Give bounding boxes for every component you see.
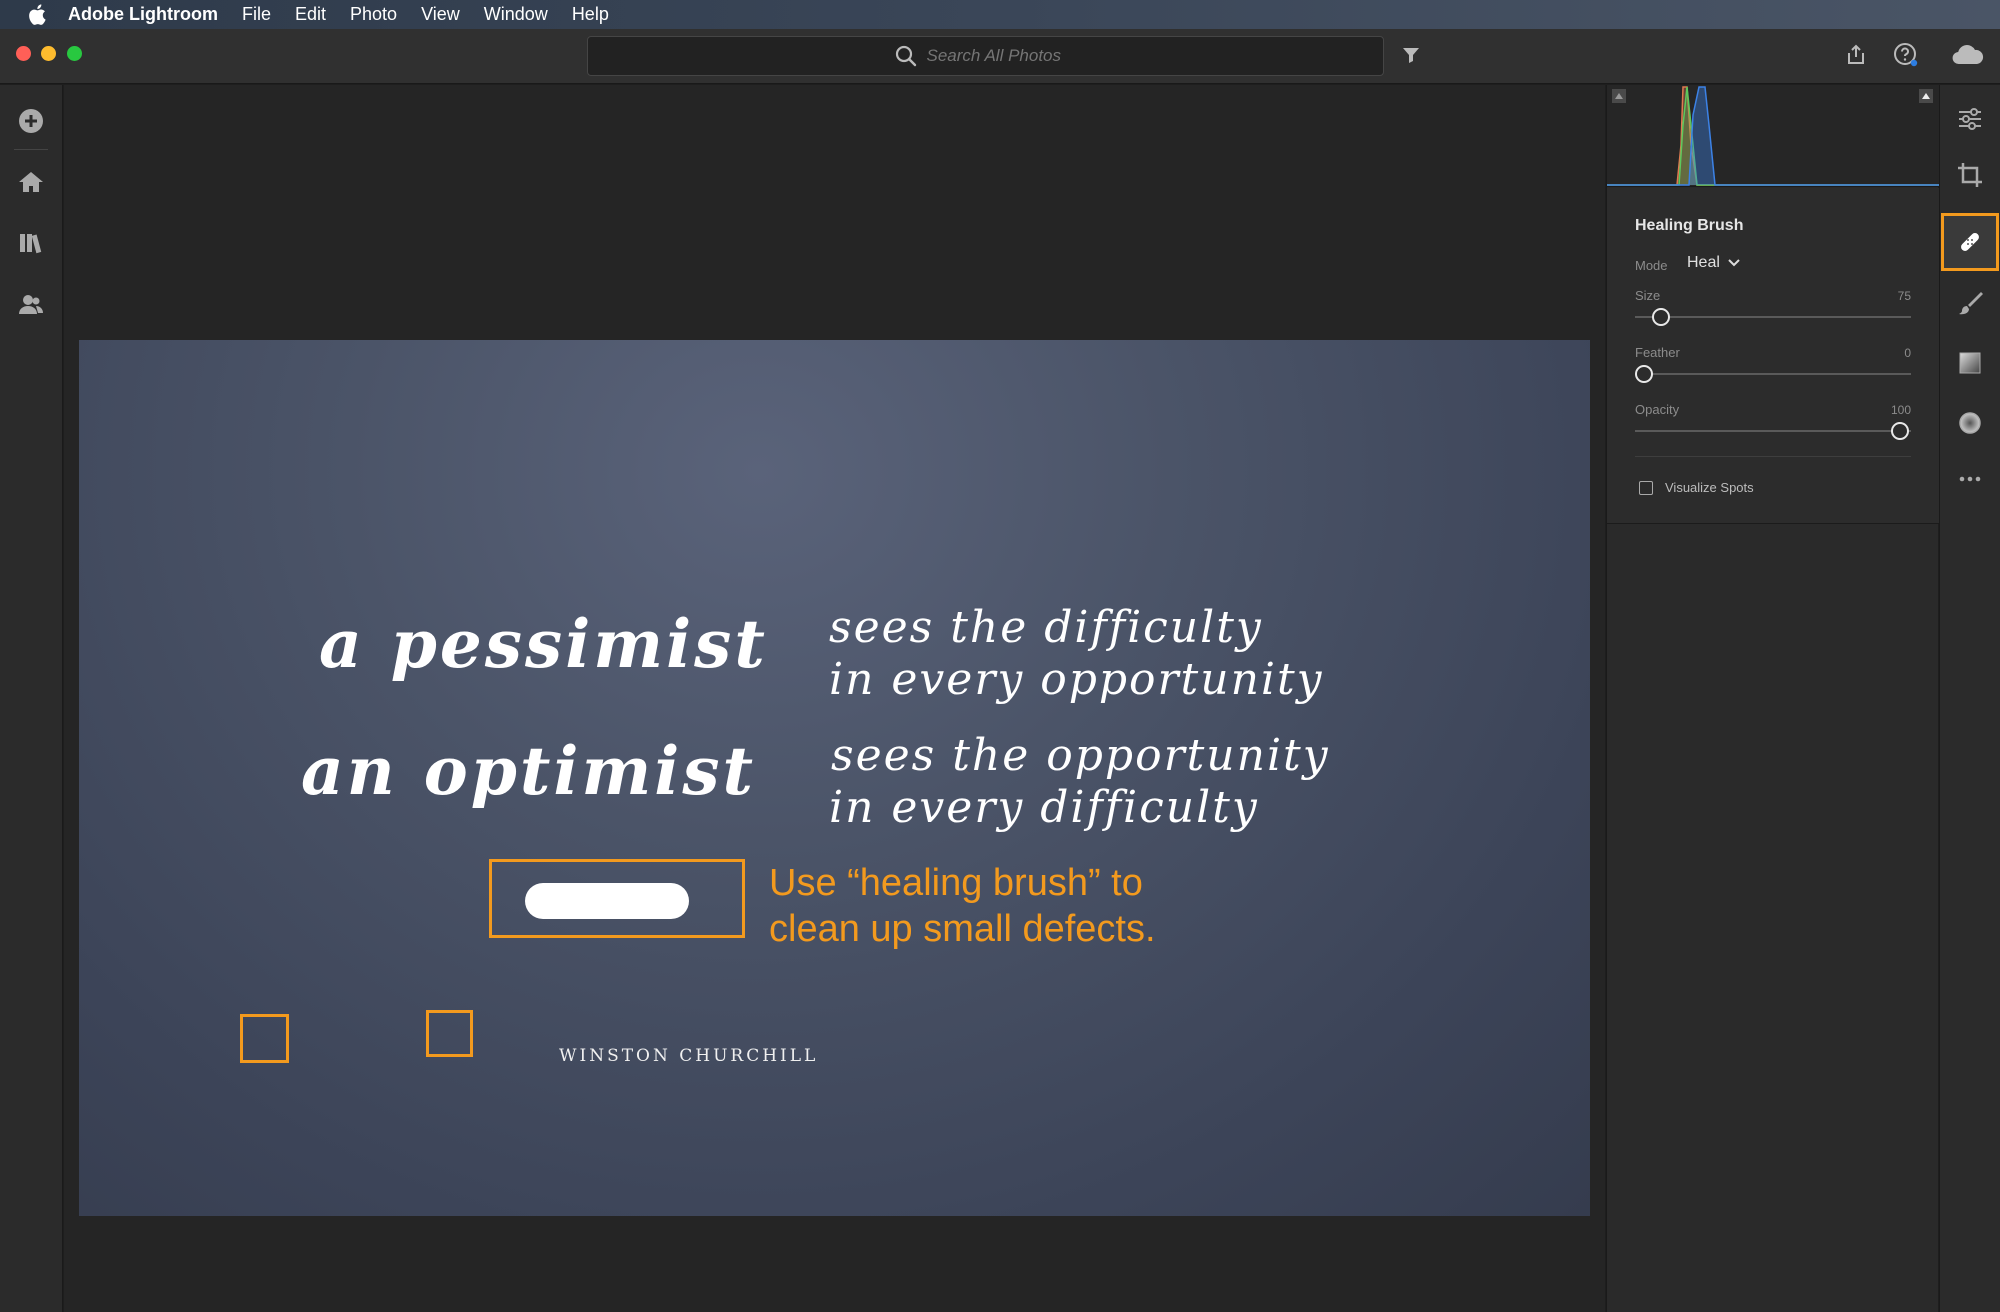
mode-value: Heal bbox=[1687, 254, 1720, 271]
radial-gradient-icon[interactable] bbox=[1954, 407, 1986, 439]
menu-window[interactable]: Window bbox=[484, 4, 548, 25]
filter-icon[interactable] bbox=[1396, 40, 1426, 70]
linear-gradient-icon[interactable] bbox=[1954, 347, 1986, 379]
feather-slider-thumb[interactable] bbox=[1635, 365, 1653, 383]
people-icon[interactable] bbox=[15, 288, 47, 320]
size-slider[interactable] bbox=[1635, 316, 1911, 318]
title-bar bbox=[0, 29, 2000, 84]
search-input[interactable] bbox=[926, 46, 1077, 66]
mode-label: Mode bbox=[1635, 258, 1668, 273]
quote-attribution: WINSTON CHURCHILL bbox=[559, 1046, 819, 1066]
healing-brush-stroke bbox=[525, 883, 689, 919]
opacity-label: Opacity bbox=[1635, 402, 1680, 417]
quote-line-optimist: an optimist bbox=[301, 732, 757, 810]
zoom-window-button[interactable] bbox=[67, 46, 82, 61]
search-icon bbox=[895, 45, 917, 67]
menu-file[interactable]: File bbox=[242, 4, 271, 25]
menu-bar: Adobe Lightroom File Edit Photo View Win… bbox=[0, 0, 2000, 29]
section-divider bbox=[1635, 456, 1911, 457]
menu-photo[interactable]: Photo bbox=[350, 4, 397, 25]
app-name-menu[interactable]: Adobe Lightroom bbox=[68, 4, 218, 25]
size-label: Size bbox=[1635, 288, 1661, 303]
size-slider-thumb[interactable] bbox=[1652, 308, 1670, 326]
quote-line-pessimist: a pessimist bbox=[319, 605, 768, 683]
quote-text-opportunity-a: sees the opportunity bbox=[831, 730, 1330, 781]
healing-brush-icon[interactable] bbox=[1954, 226, 1986, 258]
tool-strip bbox=[1939, 85, 2000, 1312]
photo-image[interactable]: a pessimist sees the difficulty in every… bbox=[79, 340, 1590, 1216]
section-title: Healing Brush bbox=[1635, 217, 1744, 234]
help-icon[interactable] bbox=[1891, 40, 1921, 70]
crop-icon[interactable] bbox=[1954, 159, 1986, 191]
mode-dropdown[interactable]: Heal bbox=[1687, 254, 1740, 272]
chevron-down-icon bbox=[1728, 259, 1740, 267]
apple-icon[interactable] bbox=[20, 0, 54, 29]
add-icon[interactable] bbox=[15, 105, 47, 137]
feather-slider[interactable] bbox=[1635, 373, 1911, 375]
defect-spot-box-1 bbox=[240, 1014, 289, 1063]
feather-label: Feather bbox=[1635, 345, 1680, 360]
visualize-spots-checkbox[interactable] bbox=[1639, 481, 1653, 495]
minimize-window-button[interactable] bbox=[41, 46, 56, 61]
size-value[interactable]: 75 bbox=[1851, 289, 1911, 303]
share-icon[interactable] bbox=[1841, 40, 1871, 70]
close-window-button[interactable] bbox=[16, 46, 31, 61]
home-icon[interactable] bbox=[15, 166, 47, 198]
edit-sliders-icon[interactable] bbox=[1954, 103, 1986, 135]
rail-divider bbox=[14, 149, 48, 150]
edit-panel: Healing Brush Mode Heal Size 75 Feather … bbox=[1606, 85, 1939, 1312]
menu-view[interactable]: View bbox=[421, 4, 460, 25]
menu-edit[interactable]: Edit bbox=[295, 4, 326, 25]
opacity-slider[interactable] bbox=[1635, 430, 1911, 432]
library-icon[interactable] bbox=[15, 227, 47, 259]
opacity-value[interactable]: 100 bbox=[1851, 403, 1911, 417]
opacity-slider-thumb[interactable] bbox=[1891, 422, 1909, 440]
healing-brush-section: Healing Brush Mode Heal Size 75 Feather … bbox=[1607, 188, 1939, 524]
quote-text-opportunity-b: in every difficulty bbox=[829, 782, 1259, 833]
visualize-spots-label: Visualize Spots bbox=[1665, 480, 1754, 495]
quote-text-difficulty-a: sees the difficulty bbox=[829, 602, 1263, 653]
annotation-text: Use “healing brush” to clean up small de… bbox=[769, 862, 1156, 950]
histogram-graph bbox=[1607, 86, 1939, 186]
cloud-icon[interactable] bbox=[1948, 40, 1988, 70]
brush-icon[interactable] bbox=[1954, 287, 1986, 319]
more-icon[interactable] bbox=[1954, 463, 1986, 495]
histogram bbox=[1607, 85, 1939, 187]
defect-spot-box-2 bbox=[426, 1010, 473, 1057]
photo-canvas[interactable]: a pessimist sees the difficulty in every… bbox=[64, 85, 1605, 1312]
search-bar[interactable] bbox=[587, 36, 1384, 76]
menu-help[interactable]: Help bbox=[572, 4, 609, 25]
feather-value[interactable]: 0 bbox=[1851, 346, 1911, 360]
left-navigation-rail bbox=[0, 85, 63, 1312]
quote-text-difficulty-b: in every opportunity bbox=[829, 654, 1324, 705]
